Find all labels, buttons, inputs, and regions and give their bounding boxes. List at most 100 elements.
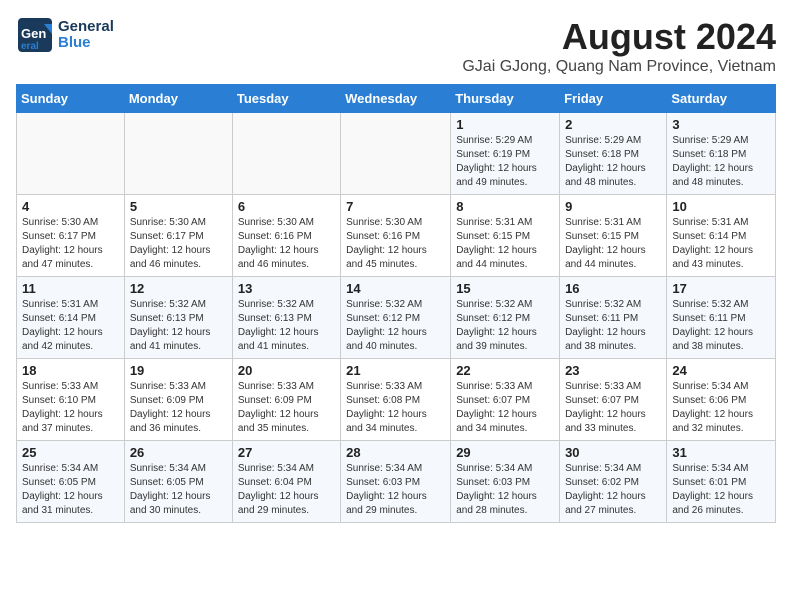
calendar-cell: 22 Sunrise: 5:33 AM Sunset: 6:07 PM Dayli… (451, 359, 560, 441)
calendar-cell: 11 Sunrise: 5:31 AM Sunset: 6:14 PM Dayli… (17, 277, 125, 359)
day-number: 15 (456, 281, 554, 296)
day-number: 19 (130, 363, 227, 378)
logo: Gen eral General Blue (16, 16, 114, 54)
calendar-cell: 30 Sunrise: 5:34 AM Sunset: 6:02 PM Dayli… (560, 441, 667, 523)
day-number: 21 (346, 363, 445, 378)
day-info: Sunrise: 5:30 AM Sunset: 6:17 PM Dayligh… (130, 216, 227, 272)
calendar-cell: 25 Sunrise: 5:34 AM Sunset: 6:05 PM Dayli… (17, 441, 125, 523)
calendar-cell: 20 Sunrise: 5:33 AM Sunset: 6:09 PM Dayli… (232, 359, 340, 441)
calendar-cell: 29 Sunrise: 5:34 AM Sunset: 6:03 PM Dayli… (451, 441, 560, 523)
day-number: 30 (565, 445, 661, 460)
day-number: 29 (456, 445, 554, 460)
day-number: 25 (22, 445, 119, 460)
day-info: Sunrise: 5:32 AM Sunset: 6:12 PM Dayligh… (456, 298, 554, 354)
day-number: 17 (672, 281, 770, 296)
day-info: Sunrise: 5:34 AM Sunset: 6:03 PM Dayligh… (346, 462, 445, 518)
weekday-header-saturday: Saturday (667, 85, 776, 113)
day-number: 10 (672, 199, 770, 214)
day-info: Sunrise: 5:32 AM Sunset: 6:11 PM Dayligh… (565, 298, 661, 354)
day-number: 6 (238, 199, 335, 214)
calendar-cell: 21Sunrise: 5:33 AM Sunset: 6:08 PM Dayli… (341, 359, 451, 441)
calendar-table: SundayMondayTuesdayWednesdayThursdayFrid… (16, 84, 776, 523)
weekday-header-monday: Monday (124, 85, 232, 113)
day-info: Sunrise: 5:33 AM Sunset: 6:10 PM Dayligh… (22, 380, 119, 436)
calendar-cell: 28Sunrise: 5:34 AM Sunset: 6:03 PM Dayli… (341, 441, 451, 523)
calendar-cell: 8Sunrise: 5:31 AM Sunset: 6:15 PM Daylig… (451, 195, 560, 277)
day-info: Sunrise: 5:32 AM Sunset: 6:13 PM Dayligh… (238, 298, 335, 354)
logo-text-line1: General (58, 19, 114, 36)
day-info: Sunrise: 5:31 AM Sunset: 6:14 PM Dayligh… (22, 298, 119, 354)
day-info: Sunrise: 5:32 AM Sunset: 6:12 PM Dayligh… (346, 298, 445, 354)
day-number: 14 (346, 281, 445, 296)
day-number: 13 (238, 281, 335, 296)
calendar-cell: 10 Sunrise: 5:31 AM Sunset: 6:14 PM Dayli… (667, 195, 776, 277)
calendar-cell: 26 Sunrise: 5:34 AM Sunset: 6:05 PM Dayli… (124, 441, 232, 523)
day-info: Sunrise: 5:29 AM Sunset: 6:18 PM Dayligh… (565, 134, 661, 190)
day-info: Sunrise: 5:30 AM Sunset: 6:16 PM Dayligh… (238, 216, 335, 272)
calendar-cell: 6 Sunrise: 5:30 AM Sunset: 6:16 PM Daylig… (232, 195, 340, 277)
day-number: 5 (130, 199, 227, 214)
calendar-cell: 4 Sunrise: 5:30 AM Sunset: 6:17 PM Daylig… (17, 195, 125, 277)
calendar-title: August 2024 (462, 16, 776, 58)
day-info: Sunrise: 5:33 AM Sunset: 6:07 PM Dayligh… (456, 380, 554, 436)
day-number: 7 (346, 199, 445, 214)
day-number: 22 (456, 363, 554, 378)
day-info: Sunrise: 5:34 AM Sunset: 6:05 PM Dayligh… (130, 462, 227, 518)
day-info: Sunrise: 5:34 AM Sunset: 6:02 PM Dayligh… (565, 462, 661, 518)
calendar-cell: 1 Sunrise: 5:29 AM Sunset: 6:19 PM Daylig… (451, 113, 560, 195)
day-info: Sunrise: 5:31 AM Sunset: 6:15 PM Dayligh… (456, 216, 554, 272)
calendar-cell: 14 Sunrise: 5:32 AM Sunset: 6:12 PM Dayli… (341, 277, 451, 359)
calendar-cell: 2 Sunrise: 5:29 AM Sunset: 6:18 PM Daylig… (560, 113, 667, 195)
weekday-header-friday: Friday (560, 85, 667, 113)
day-info: Sunrise: 5:32 AM Sunset: 6:13 PM Dayligh… (130, 298, 227, 354)
calendar-cell (17, 113, 125, 195)
calendar-cell: 17Sunrise: 5:32 AM Sunset: 6:11 PM Dayli… (667, 277, 776, 359)
day-number: 27 (238, 445, 335, 460)
calendar-cell: 3 Sunrise: 5:29 AM Sunset: 6:18 PM Daylig… (667, 113, 776, 195)
day-number: 11 (22, 281, 119, 296)
day-info: Sunrise: 5:30 AM Sunset: 6:16 PM Dayligh… (346, 216, 445, 272)
calendar-cell: 19 Sunrise: 5:33 AM Sunset: 6:09 PM Dayli… (124, 359, 232, 441)
calendar-cell (232, 113, 340, 195)
calendar-cell: 13 Sunrise: 5:32 AM Sunset: 6:13 PM Dayli… (232, 277, 340, 359)
day-info: Sunrise: 5:29 AM Sunset: 6:18 PM Dayligh… (672, 134, 770, 190)
day-info: Sunrise: 5:33 AM Sunset: 6:07 PM Dayligh… (565, 380, 661, 436)
day-number: 24 (672, 363, 770, 378)
logo-icon: Gen eral (16, 16, 54, 54)
day-number: 2 (565, 117, 661, 132)
day-number: 16 (565, 281, 661, 296)
day-info: Sunrise: 5:30 AM Sunset: 6:17 PM Dayligh… (22, 216, 119, 272)
day-info: Sunrise: 5:34 AM Sunset: 6:06 PM Dayligh… (672, 380, 770, 436)
calendar-cell: 18Sunrise: 5:33 AM Sunset: 6:10 PM Dayli… (17, 359, 125, 441)
day-number: 12 (130, 281, 227, 296)
day-info: Sunrise: 5:34 AM Sunset: 6:05 PM Dayligh… (22, 462, 119, 518)
calendar-cell: 12 Sunrise: 5:32 AM Sunset: 6:13 PM Dayli… (124, 277, 232, 359)
calendar-cell: 9 Sunrise: 5:31 AM Sunset: 6:15 PM Daylig… (560, 195, 667, 277)
calendar-cell: 23 Sunrise: 5:33 AM Sunset: 6:07 PM Dayli… (560, 359, 667, 441)
day-info: Sunrise: 5:31 AM Sunset: 6:14 PM Dayligh… (672, 216, 770, 272)
day-number: 20 (238, 363, 335, 378)
day-info: Sunrise: 5:33 AM Sunset: 6:09 PM Dayligh… (130, 380, 227, 436)
day-number: 23 (565, 363, 661, 378)
day-info: Sunrise: 5:31 AM Sunset: 6:15 PM Dayligh… (565, 216, 661, 272)
svg-text:Gen: Gen (21, 26, 46, 41)
weekday-header-tuesday: Tuesday (232, 85, 340, 113)
day-info: Sunrise: 5:29 AM Sunset: 6:19 PM Dayligh… (456, 134, 554, 190)
logo-text-line2: Blue (58, 35, 114, 52)
calendar-cell: 5 Sunrise: 5:30 AM Sunset: 6:17 PM Daylig… (124, 195, 232, 277)
calendar-cell (124, 113, 232, 195)
header: Gen eral General Blue August 2024 GJai G… (16, 16, 776, 76)
day-number: 9 (565, 199, 661, 214)
day-info: Sunrise: 5:34 AM Sunset: 6:03 PM Dayligh… (456, 462, 554, 518)
day-number: 26 (130, 445, 227, 460)
day-number: 1 (456, 117, 554, 132)
day-info: Sunrise: 5:34 AM Sunset: 6:01 PM Dayligh… (672, 462, 770, 518)
calendar-cell (341, 113, 451, 195)
calendar-cell: 16 Sunrise: 5:32 AM Sunset: 6:11 PM Dayli… (560, 277, 667, 359)
weekday-header-wednesday: Wednesday (341, 85, 451, 113)
day-number: 4 (22, 199, 119, 214)
day-number: 3 (672, 117, 770, 132)
day-number: 31 (672, 445, 770, 460)
day-info: Sunrise: 5:33 AM Sunset: 6:09 PM Dayligh… (238, 380, 335, 436)
calendar-cell: 27Sunrise: 5:34 AM Sunset: 6:04 PM Dayli… (232, 441, 340, 523)
